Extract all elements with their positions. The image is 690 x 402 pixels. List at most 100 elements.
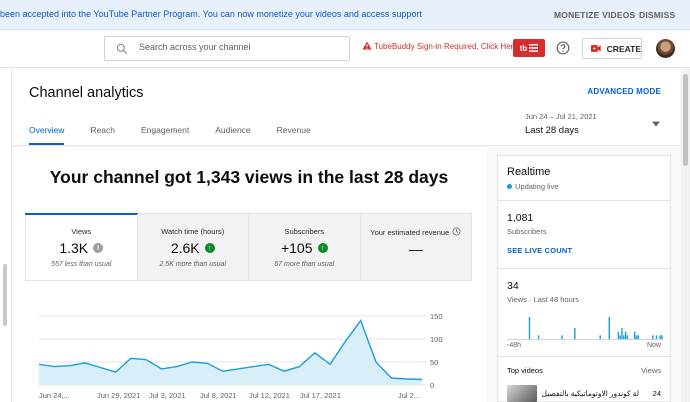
metric-card-subscribers[interactable]: Subscribers +105 ↑ 67 more than usual <box>248 214 360 280</box>
views-column-label: Views <box>641 366 661 375</box>
realtime-views-label: Views · Last 48 hours <box>507 295 579 304</box>
metric-card-revenue[interactable]: Your estimated revenue — <box>359 214 471 280</box>
metric-label: Your estimated revenue <box>370 228 450 237</box>
page-title: Channel analytics <box>29 85 144 101</box>
search-input[interactable] <box>139 42 339 52</box>
page-scrollbar-thumb[interactable] <box>683 74 688 166</box>
analytics-header: Channel analytics ADVANCED MODE Overview… <box>12 69 680 146</box>
arrow-up-icon: ↑ <box>204 243 215 253</box>
tab-revenue[interactable]: Revenue <box>277 125 311 145</box>
monetize-videos-button[interactable]: MONETIZE VIDEOS <box>554 10 635 20</box>
arrow-up-icon: ↑ <box>317 243 328 253</box>
views-chart[interactable]: 150 100 50 0 Jun 24,... Jun 29, 2021 Jul 3, 20… <box>12 297 486 402</box>
partner-banner: been accepted into the YouTube Partner P… <box>0 0 690 30</box>
divider <box>498 356 670 357</box>
realtime-bar <box>637 335 640 339</box>
video-thumbnail[interactable] <box>507 385 537 402</box>
realtime-views-count: 34 <box>507 280 519 292</box>
metric-note: 557 less than usual <box>51 261 112 268</box>
date-range-selector[interactable]: Jun 24 – Jul 21, 2021 Last 28 days <box>525 112 597 136</box>
y-tick-label: 150 <box>430 312 443 321</box>
realtime-bar <box>574 328 576 339</box>
metric-card-views[interactable]: Views 1.3K! 557 less than usual <box>25 213 137 280</box>
tubebuddy-menu-button[interactable]: tb <box>513 39 545 57</box>
realtime-bar <box>619 335 621 339</box>
metric-note: 67 more than usual <box>274 261 335 268</box>
date-range-text: Jun 24 – Jul 21, 2021 <box>525 112 597 121</box>
y-tick-label: 100 <box>430 335 443 344</box>
tab-reach[interactable]: Reach <box>90 125 115 145</box>
realtime-card: Realtime Updating live 1,081 Subscribers… <box>497 155 671 402</box>
metric-value: 2.6K <box>170 240 200 256</box>
realtime-title: Realtime <box>507 166 551 178</box>
realtime-bar <box>661 335 663 339</box>
tubebuddy-logo-icon: tb <box>519 43 528 53</box>
views-headline: Your channel got 1,343 views in the last… <box>49 167 449 187</box>
live-status: Updating live <box>507 182 558 191</box>
y-tick-label: 50 <box>430 358 438 367</box>
live-status-text: Updating live <box>515 182 559 191</box>
live-dot-icon <box>507 184 512 189</box>
x-tick-label: Jul 8, 2021 <box>200 391 237 400</box>
realtime-bar <box>537 335 540 339</box>
video-camera-icon <box>591 45 601 52</box>
search-icon <box>116 43 128 55</box>
date-preset-text: Last 28 days <box>525 125 579 136</box>
metric-label: Subscribers <box>284 227 325 236</box>
metric-card-watch-time[interactable]: Watch time (hours) 2.6K ↑ 2.5K more than … <box>136 214 248 280</box>
metric-value: — <box>408 241 423 257</box>
realtime-bar <box>621 328 623 339</box>
tab-overview[interactable]: Overview <box>29 125 65 145</box>
realtime-bar-chart[interactable] <box>507 308 663 340</box>
warning-icon <box>362 41 372 50</box>
subscriber-label: Subscribers <box>507 227 547 236</box>
info-badge-icon: ! <box>93 243 104 253</box>
realtime-bar <box>635 335 638 339</box>
advanced-mode-button[interactable]: ADVANCED MODE <box>587 87 661 96</box>
see-live-count-link[interactable]: SEE LIVE COUNT <box>507 246 572 255</box>
top-video-title[interactable]: لة كوندور الاوتوماتيكية بالتفصيل <box>541 389 639 398</box>
tubebuddy-warning-text: TubeBuddy Sign-in Required, Click Here <box>374 42 518 51</box>
summary-panel: Your channel got 1,343 views in the last… <box>12 147 486 402</box>
x-tick-label: Jul 3, 2021 <box>149 391 186 400</box>
realtime-bar <box>617 331 620 339</box>
page-scrollbar[interactable] <box>681 69 690 402</box>
x-tick-label: Jun 29, 2021 <box>97 391 140 400</box>
metric-value: 1.3K <box>59 240 89 256</box>
subscriber-count: 1,081 <box>507 212 534 224</box>
tab-engagement[interactable]: Engagement <box>141 125 189 145</box>
avatar[interactable] <box>656 39 675 58</box>
divider <box>498 268 670 269</box>
realtime-axis-end: Now <box>646 342 661 349</box>
x-tick-label: Jun 24,... <box>39 391 70 400</box>
realtime-bar <box>633 331 636 339</box>
metric-cards: Views 1.3K! 557 less than usual Watch ti… <box>25 213 472 281</box>
realtime-bar <box>659 335 661 339</box>
help-icon[interactable] <box>556 41 570 55</box>
x-tick-label: Jul 2... <box>398 391 420 400</box>
x-tick-label: Jul 12, 2021 <box>249 391 290 400</box>
analytics-tabs: Overview Reach Engagement Audience Reven… <box>29 125 337 145</box>
realtime-bar <box>608 317 610 339</box>
create-button[interactable]: CREATE <box>582 38 642 59</box>
metric-label: Views <box>71 227 92 236</box>
info-icon[interactable] <box>452 227 461 236</box>
metric-label: Watch time (hours) <box>161 227 225 236</box>
realtime-bar <box>623 335 625 339</box>
tubebuddy-warning-link[interactable]: TubeBuddy Sign-in Required, Click Here <box>362 41 518 51</box>
top-video-views: 24 <box>652 389 661 398</box>
tab-audience[interactable]: Audience <box>215 125 250 145</box>
create-label: CREATE <box>606 43 641 54</box>
dismiss-button[interactable]: DISMISS <box>639 10 675 20</box>
realtime-bar <box>655 335 658 339</box>
realtime-bar <box>561 335 563 339</box>
banner-message: been accepted into the YouTube Partner P… <box>0 9 422 19</box>
dropdown-arrow-icon[interactable] <box>652 121 660 127</box>
search-box[interactable] <box>104 36 350 61</box>
realtime-bar <box>624 331 627 339</box>
realtime-bar <box>652 335 654 339</box>
metric-value: +105 <box>280 240 313 256</box>
menu-icon <box>529 44 539 52</box>
sidebar-scrollbar[interactable] <box>3 264 7 326</box>
metric-note: 2.5K more than usual <box>159 261 227 268</box>
